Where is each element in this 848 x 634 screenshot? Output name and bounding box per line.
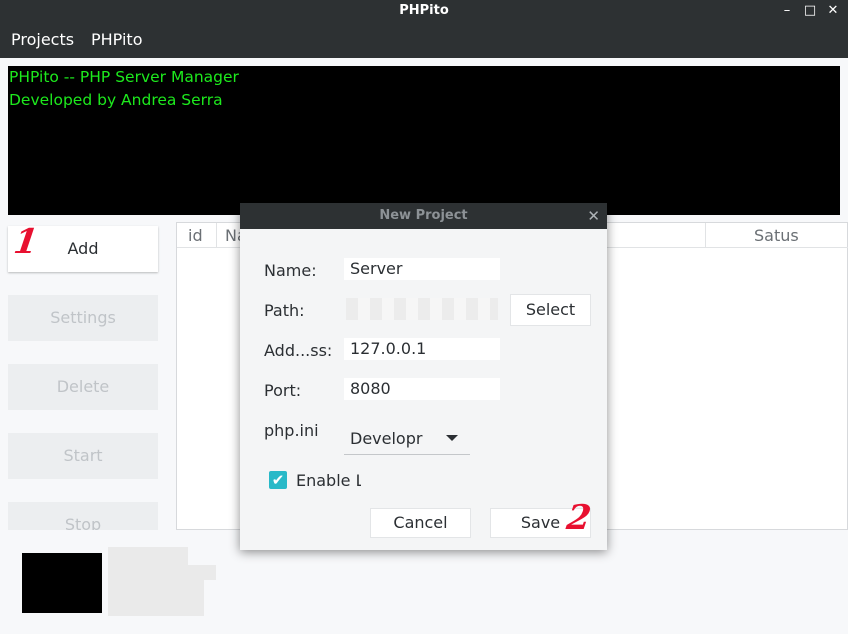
console-line: PHPito -- PHP Server Manager (9, 68, 239, 86)
phpini-label: php.ini (264, 421, 319, 440)
redacted-block (108, 596, 204, 616)
address-label: Add...ss: (264, 341, 333, 360)
menu-phpito[interactable]: PHPito (91, 24, 142, 58)
redacted-block (108, 565, 216, 580)
redacted-block (108, 580, 204, 596)
name-field[interactable]: Server (344, 258, 500, 280)
avatar (22, 553, 102, 613)
enable-label: Enable L (296, 471, 361, 490)
stop-button[interactable]: Stop (8, 502, 158, 530)
console-line: Developed by Andrea Serra (9, 91, 223, 109)
window-title: PHPito (399, 3, 449, 18)
log-console: PHPito -- PHP Server Manager Developed b… (8, 66, 840, 215)
minimize-icon[interactable]: – (776, 0, 798, 24)
cancel-button[interactable]: Cancel (370, 508, 471, 538)
enable-checkbox[interactable]: ✔ (269, 471, 287, 489)
maximize-icon[interactable]: □ (799, 0, 821, 24)
select-path-button[interactable]: Select (510, 294, 591, 326)
redacted-block (108, 547, 188, 565)
phpini-selected-value: Developr (350, 429, 423, 448)
name-label: Name: (264, 261, 317, 280)
port-label: Port: (264, 381, 302, 400)
address-field[interactable]: 127.0.0.1 (344, 338, 500, 360)
path-field[interactable] (346, 298, 498, 320)
path-label: Path: (264, 301, 305, 320)
start-button[interactable]: Start (8, 433, 158, 479)
phpini-select[interactable]: Developr (344, 423, 470, 455)
window-titlebar: PHPito (0, 0, 848, 24)
settings-button[interactable]: Settings (8, 295, 158, 341)
menubar: Projects PHPito (0, 24, 848, 58)
column-header-id[interactable]: id (177, 223, 217, 248)
delete-button[interactable]: Delete (8, 364, 158, 410)
chevron-down-icon (446, 435, 458, 441)
column-header-status[interactable]: Satus (706, 223, 848, 248)
close-icon[interactable]: ✕ (822, 0, 844, 24)
dialog-title: New Project (240, 203, 607, 229)
menu-projects[interactable]: Projects (11, 24, 74, 58)
port-field[interactable]: 8080 (344, 378, 500, 400)
new-project-dialog: New Project ✕ Name: Server Path: Select … (240, 203, 607, 550)
close-icon[interactable]: ✕ (587, 203, 600, 229)
